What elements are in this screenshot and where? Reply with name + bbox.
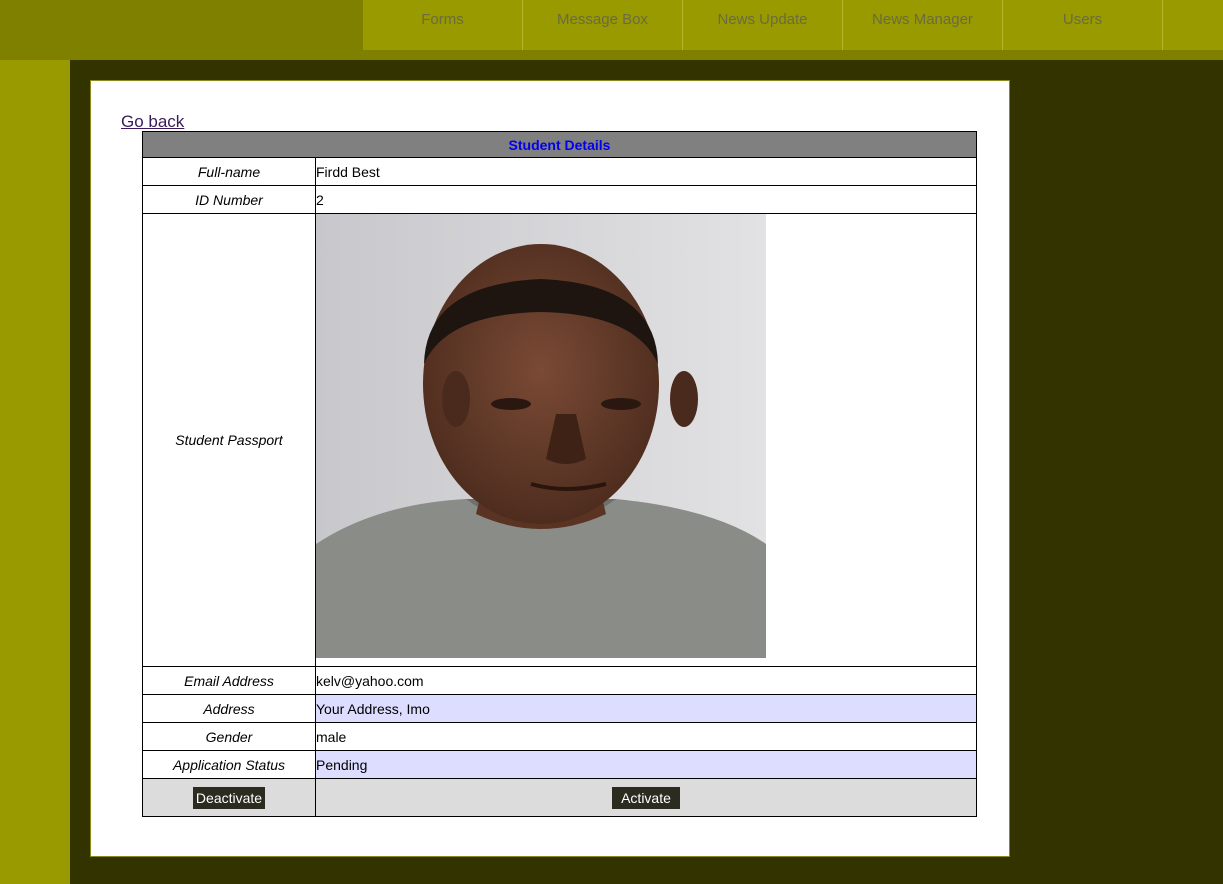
nav-forms[interactable]: Forms xyxy=(363,0,523,50)
passport-photo xyxy=(316,214,766,658)
gender-value: male xyxy=(315,722,977,751)
passport-label: Student Passport xyxy=(142,213,316,667)
nav-filler xyxy=(1163,0,1223,50)
fullname-value: Firdd Best xyxy=(315,157,977,186)
row-id-number: ID Number 2 xyxy=(142,185,977,214)
row-address: Address Your Address, Imo xyxy=(142,694,977,723)
row-email: Email Address kelv@yahoo.com xyxy=(142,666,977,695)
header-left-block xyxy=(0,0,363,60)
top-nav: Forms Message Box News Update News Manag… xyxy=(363,0,1223,50)
status-label: Application Status xyxy=(142,750,316,779)
deactivate-cell: Deactivate xyxy=(142,778,316,817)
address-label: Address xyxy=(142,694,316,723)
id-number-value: 2 xyxy=(315,185,977,214)
nav-message-box[interactable]: Message Box xyxy=(523,0,683,50)
row-actions: Deactivate Activate xyxy=(142,778,977,817)
fullname-label: Full-name xyxy=(142,157,316,186)
go-back-link[interactable]: Go back xyxy=(121,112,184,132)
row-gender: Gender male xyxy=(142,722,977,751)
status-value: Pending xyxy=(315,750,977,779)
row-passport: Student Passport xyxy=(142,213,977,667)
email-label: Email Address xyxy=(142,666,316,695)
activate-button[interactable]: Activate xyxy=(612,786,680,809)
activate-cell: Activate xyxy=(315,778,977,817)
passport-cell xyxy=(315,213,977,667)
nav-news-update[interactable]: News Update xyxy=(683,0,843,50)
nav-news-manager[interactable]: News Manager xyxy=(843,0,1003,50)
deactivate-button[interactable]: Deactivate xyxy=(192,786,266,809)
left-sidebar xyxy=(0,60,70,884)
id-number-label: ID Number xyxy=(142,185,316,214)
address-value: Your Address, Imo xyxy=(315,694,977,723)
nav-users[interactable]: Users xyxy=(1003,0,1163,50)
student-details-table: Student Details Full-name Firdd Best ID … xyxy=(142,131,977,817)
table-title: Student Details xyxy=(142,131,977,158)
row-application-status: Application Status Pending xyxy=(142,750,977,779)
header-strip xyxy=(363,50,1223,60)
row-fullname: Full-name Firdd Best xyxy=(142,157,977,186)
email-value: kelv@yahoo.com xyxy=(315,666,977,695)
content-panel: Go back Student Details Full-name Firdd … xyxy=(90,80,1010,857)
gender-label: Gender xyxy=(142,722,316,751)
